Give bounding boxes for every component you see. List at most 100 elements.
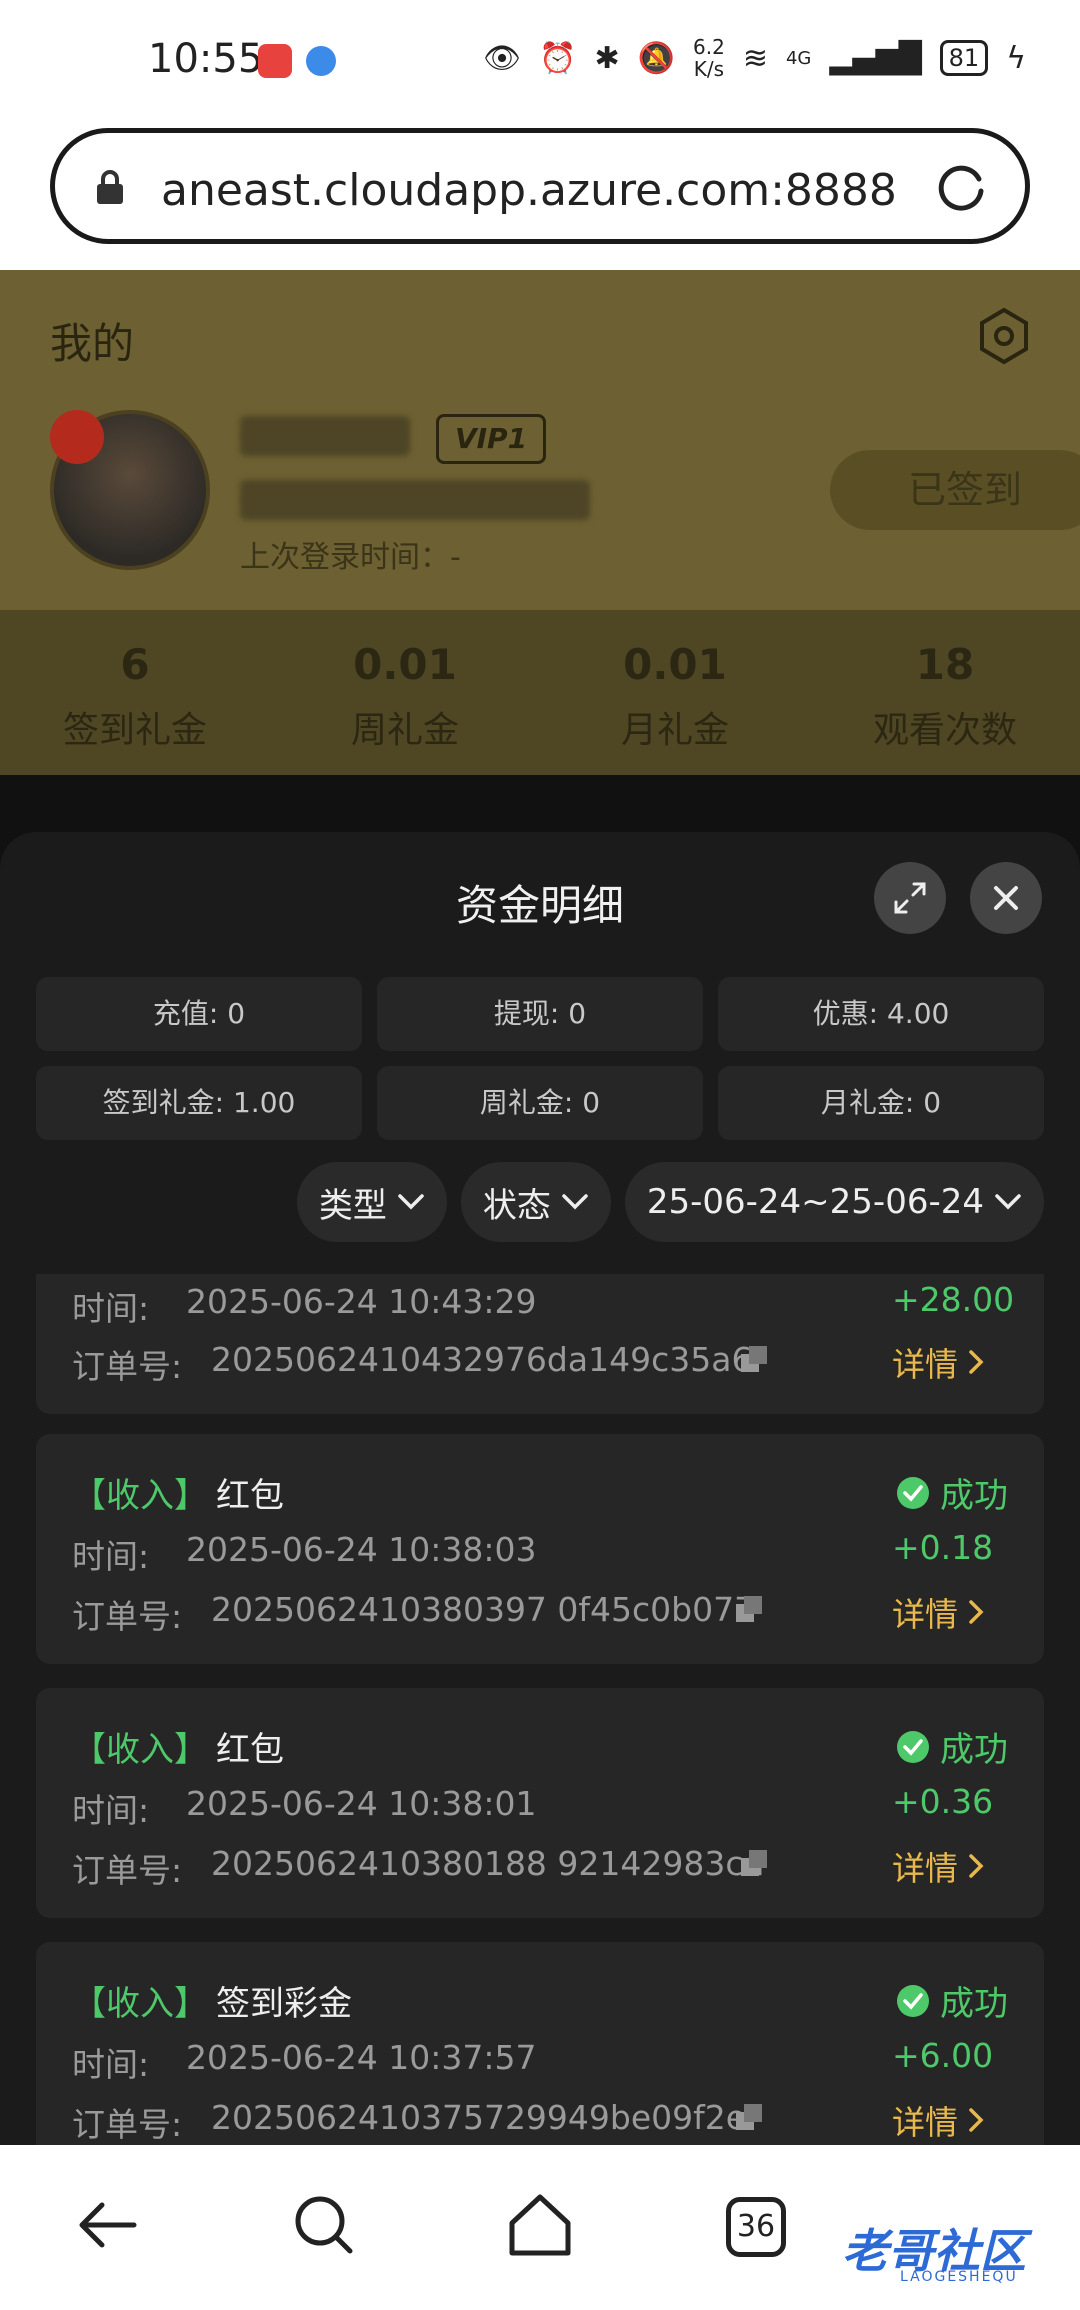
close-icon bbox=[994, 886, 1018, 910]
order-label: 订单号: bbox=[72, 2105, 183, 2144]
list-item[interactable]: 【收入】 红包 成功 时间: 2025-06-24 10:38:03 +0.18… bbox=[36, 1434, 1044, 1664]
search-icon[interactable] bbox=[284, 2185, 364, 2265]
fund-details-sheet: 资金明细 充值: 0 提现: 0 优惠: 4.00 签到礼金: 1.00 周礼金… bbox=[0, 832, 1080, 2147]
record-name: 红包 bbox=[216, 1476, 284, 1516]
wifi-icon: ≋ bbox=[742, 40, 768, 76]
record-status: 成功 bbox=[940, 1476, 1008, 1516]
list-item[interactable]: 【收入】 红包 成功 时间: 2025-06-24 10:38:01 +0.36… bbox=[36, 1688, 1044, 1918]
order-label: 订单号: bbox=[72, 1851, 183, 1890]
record-time: 2025-06-24 10:38:03 bbox=[186, 1530, 537, 1569]
summary-checkin-bonus: 签到礼金: 1.00 bbox=[36, 1066, 362, 1140]
time-label: 时间: bbox=[72, 2045, 150, 2084]
stat-label: 周礼金 bbox=[350, 710, 459, 751]
copy-icon[interactable] bbox=[739, 1848, 769, 1878]
detail-link[interactable]: 详情 bbox=[892, 1338, 984, 1386]
network-label: 4G bbox=[785, 47, 812, 69]
net-speed-value: 6.2 bbox=[693, 35, 725, 59]
date-range-label: 25-06-24~25-06-24 bbox=[646, 1182, 984, 1222]
back-icon[interactable] bbox=[68, 2185, 148, 2265]
settings-icon[interactable] bbox=[974, 306, 1034, 366]
url-text[interactable]: aneast.cloudapp.azure.com:8888 bbox=[161, 165, 897, 216]
close-button[interactable] bbox=[970, 862, 1042, 934]
profile-section: 我的 VIP1 上次登录时间：- 已签到 6 签到礼金 0.01 周礼金 0.01 月… bbox=[0, 270, 1080, 775]
home-icon[interactable] bbox=[500, 2185, 580, 2265]
detail-label: 详情 bbox=[892, 1345, 958, 1384]
check-circle-icon bbox=[897, 1476, 929, 1509]
net-speed: 6.2 K/s bbox=[693, 36, 725, 80]
status-bar: 10:55 👁 ⏰ ✱ 🔕 6.2 K/s ≋ 4G ▂▄▆█ 81 ϟ bbox=[0, 0, 1080, 120]
checked-in-button[interactable]: 已签到 bbox=[830, 450, 1080, 530]
stat-value: 0.01 bbox=[353, 640, 457, 689]
record-order-no: 2025062410380397 0f45c0b077 bbox=[211, 1590, 756, 1629]
record-time: 2025-06-24 10:37:57 bbox=[186, 2038, 537, 2077]
status-filter-dropdown[interactable]: 状态 bbox=[460, 1162, 611, 1242]
time-label: 时间: bbox=[72, 1791, 150, 1830]
battery-level: 81 bbox=[939, 40, 989, 76]
record-time: 2025-06-24 10:38:01 bbox=[186, 1784, 537, 1823]
stat-weekly-bonus[interactable]: 0.01 周礼金 bbox=[270, 610, 540, 775]
chevron-right-icon bbox=[969, 2108, 984, 2132]
chevron-down-icon bbox=[562, 1194, 588, 1210]
summary-withdraw: 提现: 0 bbox=[377, 977, 703, 1051]
tab-count-button[interactable]: 36 bbox=[726, 2197, 786, 2257]
stat-checkin-bonus[interactable]: 6 签到礼金 bbox=[0, 610, 270, 775]
record-type: 【收入】 bbox=[72, 1730, 208, 1770]
lock-icon bbox=[97, 170, 123, 204]
detail-link[interactable]: 详情 bbox=[892, 1588, 984, 1636]
stat-value: 18 bbox=[915, 640, 975, 689]
date-range-dropdown[interactable]: 25-06-24~25-06-24 bbox=[624, 1162, 1044, 1242]
eye-icon: 👁 bbox=[483, 40, 522, 76]
chevron-down-icon bbox=[398, 1194, 424, 1210]
stat-label: 月礼金 bbox=[620, 710, 729, 751]
stat-view-count[interactable]: 18 观看次数 bbox=[810, 610, 1080, 775]
address-bar[interactable]: aneast.cloudapp.azure.com:8888 bbox=[50, 128, 1030, 244]
records-list[interactable]: 时间: 2025-06-24 10:43:29 订单号: 20250624104… bbox=[0, 1274, 1080, 2147]
mute-icon: 🔕 bbox=[637, 40, 675, 76]
country-flag-icon bbox=[50, 410, 104, 464]
record-type: 【收入】 bbox=[72, 1984, 208, 2024]
check-circle-icon bbox=[897, 1984, 929, 2017]
reload-icon[interactable] bbox=[933, 161, 989, 217]
record-status: 成功 bbox=[940, 1730, 1008, 1770]
copy-icon[interactable] bbox=[734, 1594, 764, 1624]
copy-icon[interactable] bbox=[734, 2102, 764, 2132]
watermark-subtext: LAOGESHEQU bbox=[900, 2269, 1018, 2285]
chevron-right-icon bbox=[969, 1854, 984, 1878]
status-indicators: 👁 ⏰ ✱ 🔕 6.2 K/s ≋ 4G ▂▄▆█ 81 ϟ bbox=[483, 36, 1026, 80]
detail-link[interactable]: 详情 bbox=[892, 1842, 984, 1890]
order-label: 订单号: bbox=[72, 1597, 183, 1636]
order-label: 订单号: bbox=[72, 1347, 183, 1386]
record-type: 【收入】 bbox=[72, 1476, 208, 1516]
record-amount: +6.00 bbox=[892, 2036, 994, 2075]
detail-label: 详情 bbox=[892, 1595, 958, 1634]
address-bar-area: aneast.cloudapp.azure.com:8888 bbox=[0, 120, 1080, 270]
record-amount: +0.36 bbox=[892, 1782, 994, 1821]
vip-badge: VIP1 bbox=[436, 414, 546, 464]
net-speed-unit: K/s bbox=[693, 57, 725, 81]
stats-row: 6 签到礼金 0.01 周礼金 0.01 月礼金 18 观看次数 bbox=[0, 610, 1080, 775]
type-filter-label: 类型 bbox=[318, 1185, 387, 1226]
overlay-backdrop[interactable] bbox=[0, 775, 1080, 835]
signal-icon: ▂▄▆█ bbox=[829, 40, 922, 76]
stat-value: 6 bbox=[120, 640, 150, 689]
stat-value: 0.01 bbox=[623, 640, 727, 689]
last-login-text: 上次登录时间：- bbox=[240, 540, 461, 575]
type-filter-dropdown[interactable]: 类型 bbox=[296, 1162, 447, 1242]
expand-button[interactable] bbox=[874, 862, 946, 934]
stat-label: 观看次数 bbox=[872, 710, 1017, 751]
page-title: 我的 bbox=[50, 319, 135, 368]
detail-label: 详情 bbox=[892, 1849, 958, 1888]
user-id-redacted bbox=[240, 480, 590, 520]
copy-icon[interactable] bbox=[739, 1344, 769, 1374]
expand-icon bbox=[894, 882, 926, 914]
stat-monthly-bonus[interactable]: 0.01 月礼金 bbox=[540, 610, 810, 775]
filter-bar: 类型 状态 25-06-24~25-06-24 bbox=[296, 1162, 1044, 1242]
record-amount: +28.00 bbox=[892, 1280, 1015, 1319]
list-item[interactable]: 时间: 2025-06-24 10:43:29 订单号: 20250624104… bbox=[36, 1274, 1044, 1414]
record-status: 成功 bbox=[940, 1984, 1008, 2024]
chevron-right-icon bbox=[969, 1600, 984, 1624]
record-order-no: 2025062410432976da149c35a6 bbox=[211, 1340, 753, 1379]
list-item[interactable]: 【收入】 签到彩金 成功 时间: 2025-06-24 10:37:57 +6.… bbox=[36, 1942, 1044, 2147]
status-badge: 成功 bbox=[896, 1976, 1008, 2025]
detail-link[interactable]: 详情 bbox=[892, 2096, 984, 2144]
